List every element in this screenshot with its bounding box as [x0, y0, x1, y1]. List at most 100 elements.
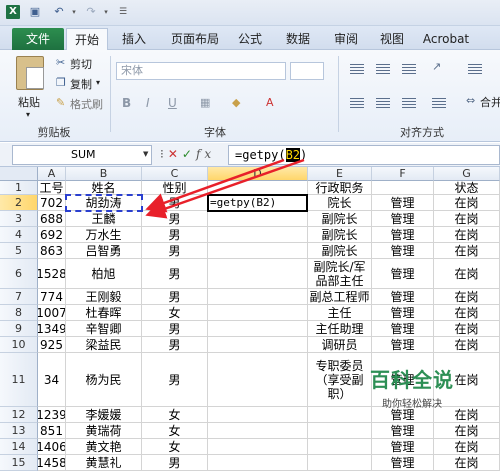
cell-d2[interactable]: =getpy(B2): [208, 195, 308, 211]
cell-b13[interactable]: 黄瑞荷: [66, 423, 142, 439]
cell-f7[interactable]: 管理: [372, 289, 434, 305]
row-header[interactable]: 2: [0, 195, 38, 211]
row-header[interactable]: 1: [0, 181, 38, 195]
align-middle-icon[interactable]: [376, 64, 390, 74]
cell-c7[interactable]: 男: [142, 289, 208, 305]
cell-d6[interactable]: [208, 259, 308, 289]
fill-color-icon[interactable]: ◆: [232, 96, 240, 109]
formula-input[interactable]: =getpy(B2): [228, 145, 500, 165]
cell-d4[interactable]: [208, 227, 308, 243]
format-painter-button[interactable]: 格式刷: [70, 96, 103, 112]
cell-g15[interactable]: 在岗: [434, 455, 500, 471]
cell-d13[interactable]: [208, 423, 308, 439]
tab-insert[interactable]: 插入: [118, 28, 150, 50]
align-center-icon[interactable]: [376, 98, 390, 108]
cell-b9[interactable]: 辛智卿: [66, 321, 142, 337]
merge-button[interactable]: 合并: [480, 94, 500, 110]
excel-logo-icon[interactable]: X: [6, 5, 20, 19]
cell-a1[interactable]: 工号: [38, 181, 66, 195]
column-header-g[interactable]: G: [434, 167, 500, 181]
cell-c9[interactable]: 男: [142, 321, 208, 337]
cell-c12[interactable]: 女: [142, 407, 208, 423]
cell-f9[interactable]: 管理: [372, 321, 434, 337]
cell-g1[interactable]: 状态: [434, 181, 500, 195]
cell-e4[interactable]: 副院长: [308, 227, 372, 243]
cell-g8[interactable]: 在岗: [434, 305, 500, 321]
column-header-d[interactable]: D: [208, 167, 308, 181]
cell-f8[interactable]: 管理: [372, 305, 434, 321]
name-box[interactable]: SUM: [12, 145, 152, 165]
cell-c5[interactable]: 男: [142, 243, 208, 259]
cell-g14[interactable]: 在岗: [434, 439, 500, 455]
save-icon[interactable]: ▣: [28, 5, 42, 19]
borders-icon[interactable]: ▦: [200, 96, 210, 109]
align-left-icon[interactable]: [350, 98, 364, 108]
cell-b8[interactable]: 杜春晖: [66, 305, 142, 321]
cell-b11[interactable]: 杨为民: [66, 353, 142, 407]
cell-f1[interactable]: [372, 181, 434, 195]
row-header[interactable]: 13: [0, 423, 38, 439]
tab-formulas[interactable]: 公式: [234, 28, 266, 50]
cell-f6[interactable]: 管理: [372, 259, 434, 289]
cell-f13[interactable]: 管理: [372, 423, 434, 439]
cell-a4[interactable]: 692: [38, 227, 66, 243]
cell-a12[interactable]: 1239: [38, 407, 66, 423]
row-header[interactable]: 10: [0, 337, 38, 353]
tab-page-layout[interactable]: 页面布局: [166, 28, 224, 50]
cell-f10[interactable]: 管理: [372, 337, 434, 353]
cell-a11[interactable]: 34: [38, 353, 66, 407]
cell-a10[interactable]: 925: [38, 337, 66, 353]
align-bottom-icon[interactable]: [402, 64, 416, 74]
column-header-f[interactable]: F: [372, 167, 434, 181]
cell-f4[interactable]: 管理: [372, 227, 434, 243]
cell-c1[interactable]: 性别: [142, 181, 208, 195]
cell-c13[interactable]: 女: [142, 423, 208, 439]
cell-c4[interactable]: 男: [142, 227, 208, 243]
copy-button[interactable]: 复制: [70, 76, 92, 92]
cell-e6[interactable]: 副院长/军品部主任: [308, 259, 372, 289]
row-header[interactable]: 3: [0, 211, 38, 227]
cell-a7[interactable]: 774: [38, 289, 66, 305]
insert-function-icon[interactable]: fx: [196, 147, 215, 161]
cell-a2[interactable]: 702: [38, 195, 66, 211]
cell-f15[interactable]: 管理: [372, 455, 434, 471]
row-header[interactable]: 12: [0, 407, 38, 423]
column-header-c[interactable]: C: [142, 167, 208, 181]
cell-e2[interactable]: 院长: [308, 195, 372, 211]
cell-e1[interactable]: 行政职务: [308, 181, 372, 195]
cell-d11[interactable]: [208, 353, 308, 407]
cell-g10[interactable]: 在岗: [434, 337, 500, 353]
cell-b15[interactable]: 黄慧礼: [66, 455, 142, 471]
copy-dropdown-icon[interactable]: ▾: [96, 78, 100, 87]
tab-acrobat[interactable]: Acrobat: [418, 28, 474, 50]
tab-data[interactable]: 数据: [282, 28, 314, 50]
cell-b7[interactable]: 王刚毅: [66, 289, 142, 305]
copy-icon[interactable]: ❐: [56, 76, 66, 89]
cell-d7[interactable]: [208, 289, 308, 305]
cell-d14[interactable]: [208, 439, 308, 455]
cell-b6[interactable]: 柏旭: [66, 259, 142, 289]
paste-dropdown-icon[interactable]: ▾: [26, 110, 30, 119]
cell-d10[interactable]: [208, 337, 308, 353]
cell-c2[interactable]: 男: [142, 195, 208, 211]
cell-e14[interactable]: [308, 439, 372, 455]
tab-home[interactable]: 开始: [66, 28, 108, 50]
cell-a3[interactable]: 688: [38, 211, 66, 227]
enter-icon[interactable]: ✓: [182, 147, 196, 161]
cell-g5[interactable]: 在岗: [434, 243, 500, 259]
select-all-corner[interactable]: [0, 167, 38, 181]
cell-c3[interactable]: 男: [142, 211, 208, 227]
row-header[interactable]: 14: [0, 439, 38, 455]
cell-b10[interactable]: 梁益民: [66, 337, 142, 353]
customize-quick-access-icon[interactable]: ☰: [116, 5, 130, 19]
cell-e15[interactable]: [308, 455, 372, 471]
cell-e5[interactable]: 副院长: [308, 243, 372, 259]
cell-d8[interactable]: [208, 305, 308, 321]
cell-d5[interactable]: [208, 243, 308, 259]
cell-b1[interactable]: 姓名: [66, 181, 142, 195]
cell-g2[interactable]: 在岗: [434, 195, 500, 211]
row-header[interactable]: 7: [0, 289, 38, 305]
cell-c14[interactable]: 女: [142, 439, 208, 455]
font-color-icon[interactable]: A: [266, 96, 274, 109]
paste-icon[interactable]: [16, 56, 44, 90]
